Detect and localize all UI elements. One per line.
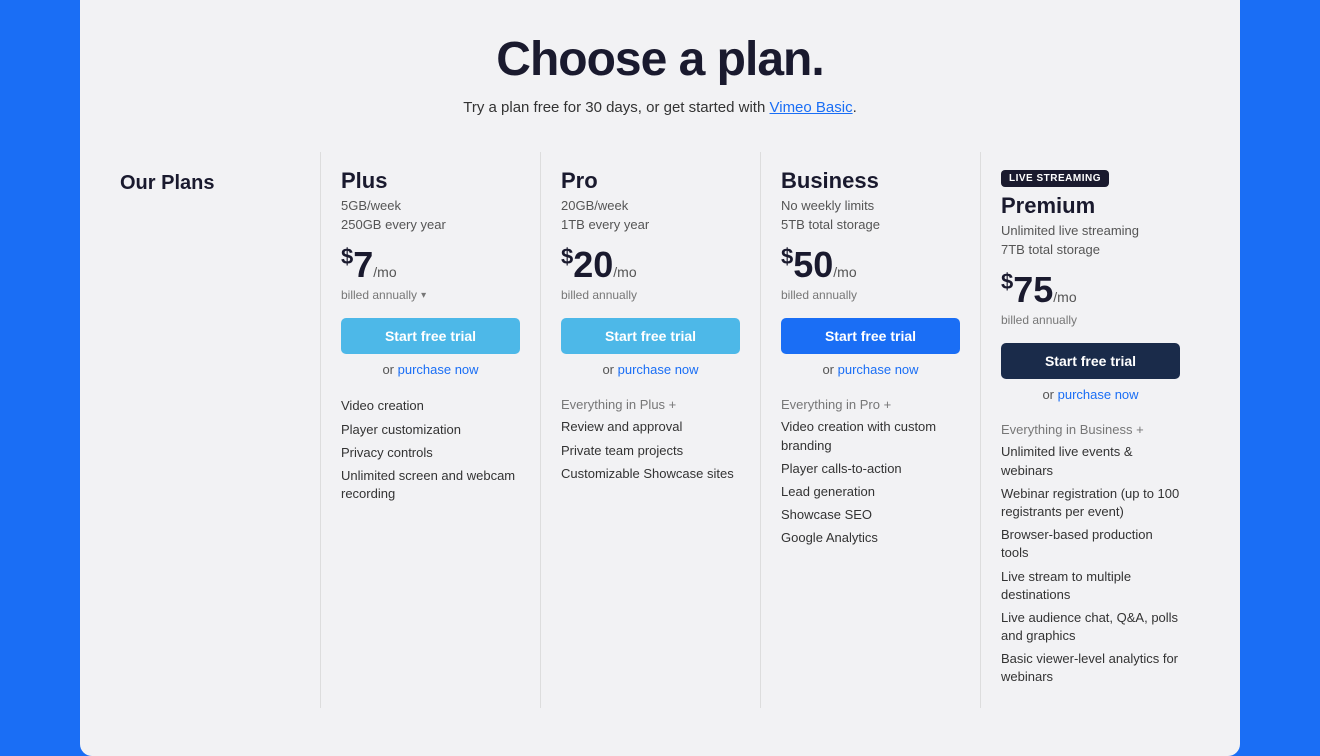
pricing-page: Choose a plan. Try a plan free for 30 da… — [80, 0, 1240, 756]
purchase-prefix-premium: or — [1042, 387, 1057, 402]
subtitle-end: . — [853, 99, 857, 116]
purchase-prefix-plus: or — [382, 362, 397, 377]
start-trial-button-plus[interactable]: Start free trial — [341, 318, 520, 354]
plan-col-premium: LIVE STREAMING Premium Unlimited live st… — [980, 152, 1200, 707]
features-list-pro: Review and approval Private team projects… — [561, 418, 740, 483]
features-section-plus: Video creation Player customization Privac… — [341, 397, 520, 503]
plan-price-premium: $75/mo — [1001, 269, 1180, 311]
page-subtitle: Try a plan free for 30 days, or get star… — [120, 99, 1200, 116]
plan-name-pro: Pro — [561, 168, 740, 194]
features-intro-pro: Everything in Plus + — [561, 397, 740, 412]
plan-period-business: /mo — [833, 264, 856, 280]
plan-annual-plus: 250GB every year — [341, 217, 520, 232]
features-list-plus: Video creation Player customization Privac… — [341, 397, 520, 503]
plan-price-pro: $20/mo — [561, 244, 740, 286]
plan-annual-premium: 7TB total storage — [1001, 242, 1180, 257]
plan-annual-business: 5TB total storage — [781, 217, 960, 232]
plan-period-pro: /mo — [613, 264, 636, 280]
plan-price-plus: $7/mo — [341, 244, 520, 286]
feature-item: Google Analytics — [781, 529, 960, 547]
plan-price-business: $50/mo — [781, 244, 960, 286]
plan-name-premium: Premium — [1001, 193, 1180, 219]
features-intro-premium: Everything in Business + — [1001, 422, 1180, 437]
feature-item: Live audience chat, Q&A, polls and graph… — [1001, 609, 1180, 645]
plan-name-plus: Plus — [341, 168, 520, 194]
feature-item: Lead generation — [781, 483, 960, 501]
feature-item: Player customization — [341, 421, 520, 439]
plan-amount-plus: $7 — [341, 244, 373, 285]
purchase-prefix-pro: or — [602, 362, 617, 377]
plan-billing-premium: billed annually — [1001, 313, 1180, 327]
plan-billing-text-plus: billed annually — [341, 288, 417, 302]
plan-billing-text-pro: billed annually — [561, 288, 637, 302]
purchase-row-plus: or purchase now — [341, 362, 520, 377]
start-trial-button-pro[interactable]: Start free trial — [561, 318, 740, 354]
feature-item: Video creation with custom branding — [781, 418, 960, 454]
page-title: Choose a plan. — [120, 32, 1200, 87]
plan-amount-business: $50 — [781, 244, 833, 285]
feature-item: Player calls-to-action — [781, 460, 960, 478]
purchase-prefix-business: or — [822, 362, 837, 377]
purchase-link-pro[interactable]: purchase now — [618, 362, 699, 377]
purchase-row-pro: or purchase now — [561, 362, 740, 377]
feature-item: Basic viewer-level analytics for webinar… — [1001, 650, 1180, 686]
feature-item: Private team projects — [561, 442, 740, 460]
plans-label-container: Our Plans — [120, 152, 320, 707]
purchase-row-business: or purchase now — [781, 362, 960, 377]
plan-col-business: Business No weekly limits 5TB total stor… — [760, 152, 980, 707]
plan-weekly-pro: 20GB/week — [561, 198, 740, 213]
feature-item: Showcase SEO — [781, 506, 960, 524]
page-header: Choose a plan. Try a plan free for 30 da… — [120, 32, 1200, 116]
plan-amount-premium: $75 — [1001, 269, 1053, 310]
vimeo-basic-link[interactable]: Vimeo Basic — [770, 99, 853, 116]
features-list-premium: Unlimited live events & webinars Webinar … — [1001, 443, 1180, 686]
plan-weekly-premium: Unlimited live streaming — [1001, 223, 1180, 238]
subtitle-start: Try a plan free for 30 days, or get star… — [463, 99, 769, 116]
features-section-pro: Everything in Plus + Review and approval… — [561, 397, 740, 483]
feature-item: Browser-based production tools — [1001, 526, 1180, 562]
start-trial-button-premium[interactable]: Start free trial — [1001, 343, 1180, 379]
plan-weekly-plus: 5GB/week — [341, 198, 520, 213]
plans-grid: Plus 5GB/week 250GB every year $7/mo bil… — [320, 152, 1200, 707]
plan-billing-pro: billed annually — [561, 288, 740, 302]
plan-billing-plus: billed annually ▾ — [341, 288, 520, 302]
feature-item: Privacy controls — [341, 444, 520, 462]
start-trial-button-business[interactable]: Start free trial — [781, 318, 960, 354]
plan-badge-premium: LIVE STREAMING — [1001, 170, 1109, 187]
features-section-business: Everything in Pro + Video creation with … — [781, 397, 960, 547]
plan-billing-text-business: billed annually — [781, 288, 857, 302]
billing-chevron: ▾ — [421, 290, 426, 301]
feature-item: Unlimited screen and webcam recording — [341, 467, 520, 503]
plan-name-business: Business — [781, 168, 960, 194]
feature-item: Review and approval — [561, 418, 740, 436]
purchase-row-premium: or purchase now — [1001, 387, 1180, 402]
feature-item: Webinar registration (up to 100 registra… — [1001, 485, 1180, 521]
plan-annual-pro: 1TB every year — [561, 217, 740, 232]
purchase-link-premium[interactable]: purchase now — [1058, 387, 1139, 402]
purchase-link-plus[interactable]: purchase now — [398, 362, 479, 377]
feature-item: Live stream to multiple destinations — [1001, 568, 1180, 604]
feature-item: Video creation — [341, 397, 520, 415]
plan-period-premium: /mo — [1053, 289, 1076, 305]
plan-col-plus: Plus 5GB/week 250GB every year $7/mo bil… — [320, 152, 540, 707]
features-intro-business: Everything in Pro + — [781, 397, 960, 412]
plans-label-text: Our Plans — [120, 172, 214, 194]
plan-billing-business: billed annually — [781, 288, 960, 302]
features-section-premium: Everything in Business + Unlimited live … — [1001, 422, 1180, 686]
feature-item: Unlimited live events & webinars — [1001, 443, 1180, 479]
features-list-business: Video creation with custom branding Playe… — [781, 418, 960, 547]
feature-item: Customizable Showcase sites — [561, 465, 740, 483]
plan-period-plus: /mo — [373, 264, 396, 280]
plans-section: Our Plans Plus 5GB/week 250GB every year… — [120, 152, 1200, 707]
plan-amount-pro: $20 — [561, 244, 613, 285]
plan-billing-text-premium: billed annually — [1001, 313, 1077, 327]
purchase-link-business[interactable]: purchase now — [838, 362, 919, 377]
plan-col-pro: Pro 20GB/week 1TB every year $20/mo bill… — [540, 152, 760, 707]
plan-weekly-business: No weekly limits — [781, 198, 960, 213]
